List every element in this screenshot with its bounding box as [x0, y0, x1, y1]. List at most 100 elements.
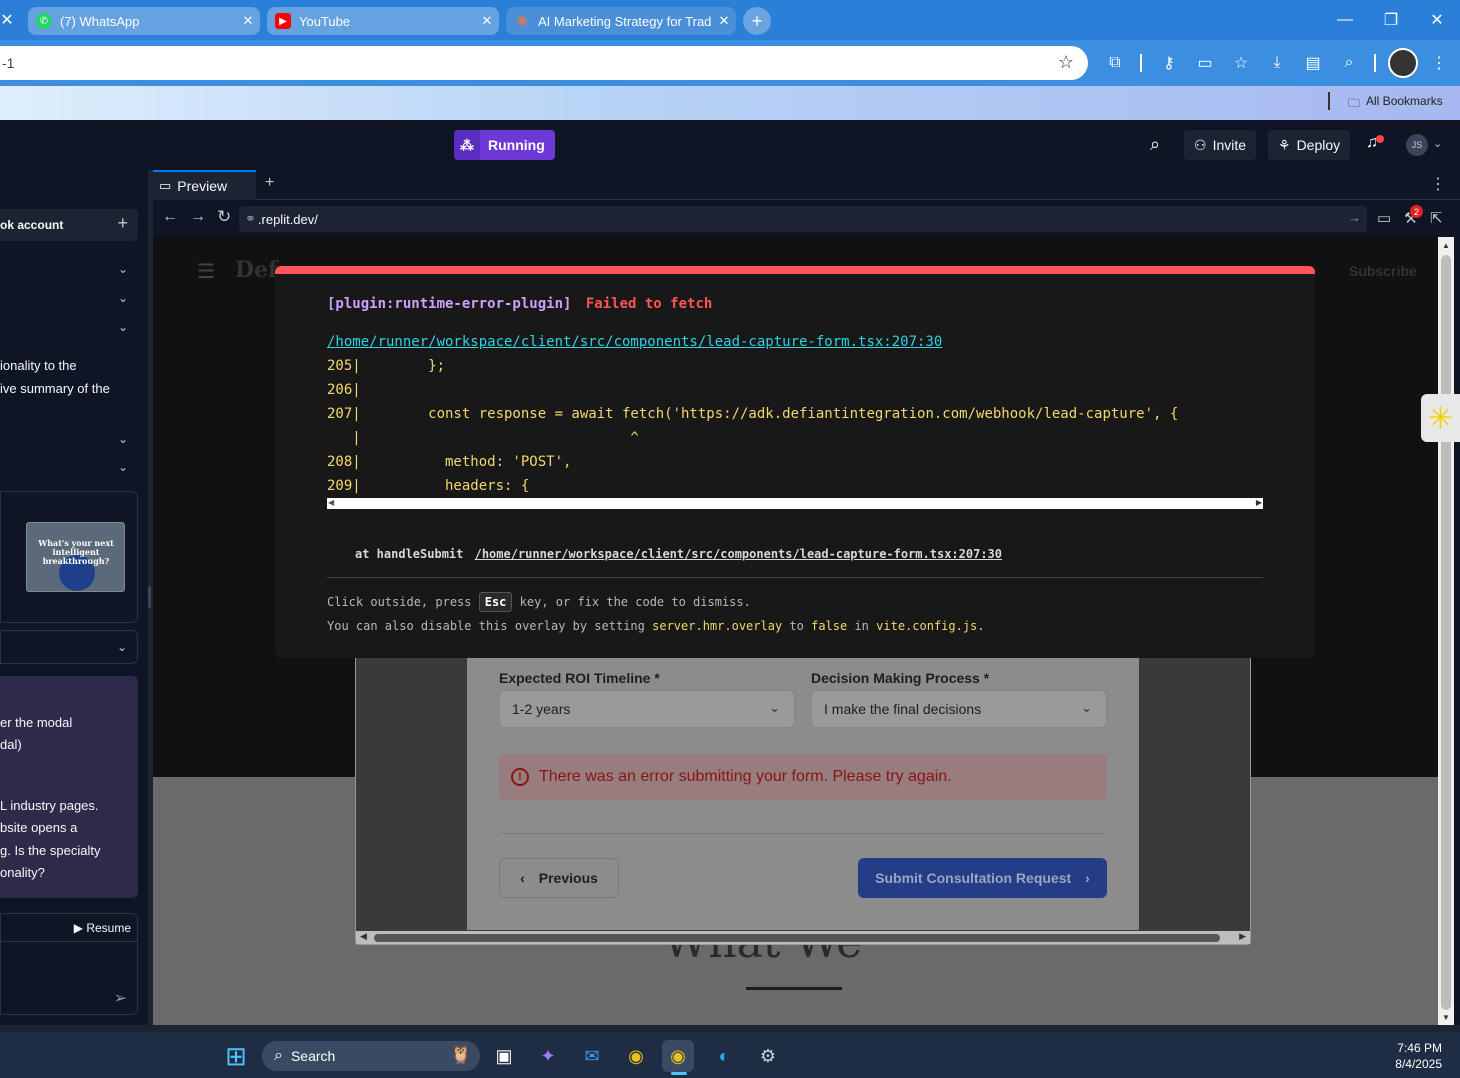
chevron-down-icon[interactable]: ⌄	[1433, 137, 1442, 150]
key-icon[interactable]: ⚷	[1158, 52, 1180, 74]
more-options-icon[interactable]: ⋮	[1430, 174, 1446, 194]
collapsible-row[interactable]: ⌄	[0, 262, 138, 278]
omnibox[interactable]: -1 ☆	[0, 46, 1088, 80]
copilot-icon[interactable]: ✦	[532, 1040, 564, 1072]
collapsible-row[interactable]: ⌄	[0, 460, 138, 476]
devices-icon[interactable]: ▭	[1377, 209, 1391, 227]
outlook-icon[interactable]: ✉	[576, 1040, 608, 1072]
add-tab-icon[interactable]: +	[265, 174, 274, 192]
split-view-icon[interactable]: ▤	[1302, 52, 1324, 74]
task-view-icon[interactable]: ▣	[488, 1040, 520, 1072]
tab-youtube[interactable]: ▶ YouTube ✕	[267, 7, 499, 35]
scroll-left-icon[interactable]: ◀	[360, 931, 367, 942]
close-icon[interactable]: ✕	[475, 13, 499, 29]
close-icon[interactable]: ✕	[712, 13, 736, 29]
previous-button[interactable]: ‹ Previous	[499, 858, 619, 898]
chat-input-box[interactable]: ▶ Resume ➢	[0, 913, 139, 1015]
scroll-down-icon[interactable]: ▼	[1442, 1013, 1450, 1022]
resume-button[interactable]: ▶ Resume	[74, 921, 131, 935]
invite-label: Invite	[1212, 137, 1247, 153]
close-tab-icon[interactable]: ✕	[0, 0, 30, 40]
scroll-left-icon[interactable]: ◀	[328, 498, 334, 507]
card-icon[interactable]: ▭	[1194, 52, 1216, 74]
back-icon[interactable]: ←	[162, 208, 178, 226]
preview-url-input[interactable]: ⚭ .replit.dev/ →	[239, 206, 1367, 232]
all-bookmarks[interactable]: 🗀 All Bookmarks	[1348, 94, 1443, 115]
profile-avatar[interactable]	[1388, 48, 1418, 78]
windows-start-icon[interactable]: ⊞	[220, 1040, 252, 1072]
modal-h-scrollbar[interactable]: ◀ ▶	[356, 931, 1250, 944]
stack-file-link[interactable]: /home/runner/workspace/client/src/compon…	[475, 547, 1002, 561]
window-close-icon[interactable]: ✕	[1414, 0, 1460, 40]
scrollbar-thumb[interactable]	[374, 934, 1220, 942]
clock-date[interactable]: 8/4/2025	[1380, 1057, 1442, 1071]
all-bookmarks-label: All Bookmarks	[1366, 94, 1443, 108]
account-row[interactable]: ok account +	[0, 209, 138, 241]
forward-icon[interactable]: →	[190, 208, 206, 226]
minimize-icon[interactable]: —	[1322, 0, 1368, 40]
chrome-icon[interactable]: ◉	[620, 1040, 652, 1072]
setting-value: false	[811, 619, 848, 633]
monitor-icon: ▭	[159, 178, 172, 193]
tab-ai-marketing[interactable]: ✺ AI Marketing Strategy for Trade ✕	[506, 7, 736, 35]
code-line: 207| const response = await fetch('https…	[327, 406, 1179, 422]
collapsible-row[interactable]: ⌄	[0, 291, 138, 307]
decision-select[interactable]: I make the final decisions ⌄	[811, 690, 1107, 728]
deploy-button[interactable]: ⚘ Deploy	[1268, 130, 1351, 160]
assistant-widget-icon[interactable]: ✳	[1421, 394, 1460, 442]
taskbar-search[interactable]: ⌕ Search 🦉	[262, 1041, 480, 1071]
deploy-icon: ⚘	[1278, 136, 1291, 153]
error-file-link[interactable]: /home/runner/workspace/client/src/compon…	[327, 334, 942, 350]
subscribe-link[interactable]: Subscribe	[1349, 263, 1417, 279]
new-tab-button[interactable]: +	[743, 7, 771, 35]
collapsible-row[interactable]: ⌄	[0, 320, 138, 336]
tab-label: (7) WhatsApp	[60, 13, 140, 29]
scroll-right-icon[interactable]: ▶	[1256, 498, 1262, 507]
submit-button[interactable]: Submit Consultation Request ›	[858, 858, 1107, 898]
tip-text: key, or fix the code to dismiss.	[519, 595, 751, 609]
clock-time[interactable]: 7:46 PM	[1380, 1041, 1442, 1055]
collapsible-row[interactable]: ⌄	[0, 432, 138, 448]
extensions-icon[interactable]: ⧉	[1104, 52, 1126, 74]
scroll-up-icon[interactable]: ▲	[1442, 241, 1450, 250]
download-icon[interactable]: ⤓	[1266, 52, 1288, 74]
send-icon[interactable]: ➢	[114, 988, 127, 1008]
invite-button[interactable]: ⚇ Invite	[1184, 130, 1257, 160]
user-message-bubble: er the modal dal) L industry pages. bsit…	[0, 676, 138, 898]
search-icon[interactable]: ⌕	[1150, 134, 1160, 155]
notification-dot	[1376, 135, 1384, 143]
link-icon: ⚭	[245, 211, 256, 226]
favorites-icon[interactable]: ☆	[1230, 52, 1252, 74]
restore-icon[interactable]: ❐	[1368, 0, 1414, 40]
tab-preview[interactable]: ▭ Preview	[153, 170, 256, 200]
screenshot-thumbnail[interactable]: What's your next intelligent breakthroug…	[26, 522, 125, 592]
run-button[interactable]: ⁂ Running	[454, 130, 555, 160]
star-icon[interactable]: ☆	[1058, 52, 1074, 73]
chevron-left-icon: ‹	[520, 870, 525, 886]
scroll-right-icon[interactable]: ▶	[1239, 931, 1246, 942]
close-icon[interactable]: ✕	[236, 13, 260, 29]
chevron-down-icon: ⌄	[769, 700, 780, 715]
code-line: 205| };	[327, 358, 446, 374]
page-scrollbar[interactable]: ▲ ▼	[1438, 237, 1454, 1025]
roi-select[interactable]: 1-2 years ⌄	[499, 690, 795, 728]
reload-icon[interactable]: ↻	[217, 207, 231, 227]
panel-resize-handle[interactable]	[148, 586, 151, 608]
code-h-scrollbar[interactable]: ◀ ▶	[327, 498, 1263, 509]
scrollbar-thumb[interactable]	[1441, 255, 1451, 1010]
sidebar-search-icon[interactable]: ⌕	[1338, 52, 1360, 74]
edge-icon[interactable]: ◐	[708, 1040, 740, 1072]
stack-prefix: at handleSubmit	[355, 547, 464, 561]
go-arrow-icon[interactable]: →	[1348, 210, 1361, 225]
open-new-window-icon[interactable]: ⇱	[1430, 209, 1443, 227]
menu-icon[interactable]: ⋮	[1428, 52, 1450, 74]
avatar[interactable]: JS	[1406, 134, 1428, 156]
tab-whatsapp[interactable]: ✆ (7) WhatsApp ✕	[28, 7, 260, 35]
chrome-active-icon[interactable]: ◉	[662, 1040, 694, 1072]
hamburger-icon[interactable]: ☰	[197, 259, 215, 284]
chevron-right-icon: ›	[1085, 870, 1090, 886]
plus-icon[interactable]: +	[117, 213, 128, 234]
decision-label: Decision Making Process *	[811, 670, 990, 686]
settings-icon[interactable]: ⚙	[752, 1040, 784, 1072]
collapsible-row[interactable]: ⌄	[0, 630, 138, 664]
